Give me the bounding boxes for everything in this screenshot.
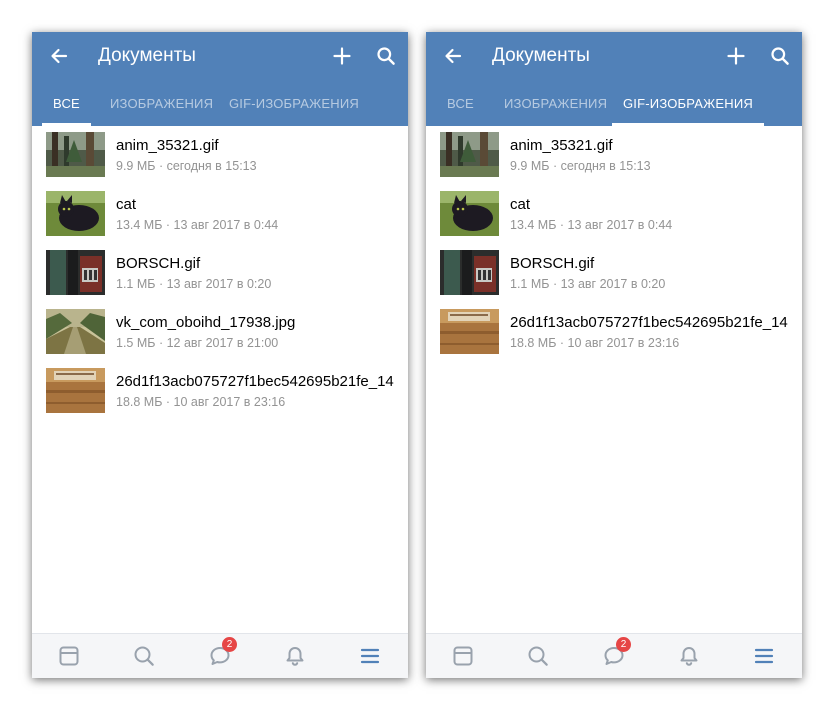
document-name: BORSCH.gif	[116, 255, 201, 272]
newsfeed-icon	[453, 646, 473, 666]
document-name: BORSCH.gif	[510, 255, 595, 272]
arrow-back-icon	[51, 48, 68, 64]
document-meta: 9.9 МБ · сегодня в 15:13	[116, 159, 257, 173]
document-meta: 1.1 МБ · 13 авг 2017 в 0:20	[510, 277, 666, 291]
tab-gif-images[interactable]: GIF-ИЗОБРАЖЕНИЯ	[612, 80, 764, 126]
document-meta: 1.1 МБ · 13 авг 2017 в 0:20	[116, 277, 272, 291]
plus-icon	[333, 47, 351, 65]
app-header: Документы ВСЕ ИЗОБРАЖЕНИЯ GIF-ИЗОБРАЖЕНИ…	[426, 32, 802, 126]
nav-menu[interactable]	[751, 643, 777, 669]
document-meta: 18.8 МБ · 10 авг 2017 в 23:16	[116, 395, 286, 409]
add-document-button[interactable]	[329, 43, 355, 69]
document-item[interactable]: cat 13.4 МБ · 13 авг 2017 в 0:44	[426, 185, 802, 244]
cat-thumbnail	[46, 191, 105, 236]
document-name: anim_35321.gif	[116, 137, 219, 154]
document-item[interactable]: BORSCH.gif 1.1 МБ · 13 авг 2017 в 0:20	[426, 244, 802, 303]
document-item[interactable]: anim_35321.gif 9.9 МБ · сегодня в 15:13	[32, 126, 408, 185]
search-button[interactable]	[373, 43, 399, 69]
tab-all[interactable]: ВСЕ	[42, 80, 91, 126]
tab-images[interactable]: ИЗОБРАЖЕНИЯ	[493, 80, 618, 126]
document-meta: 13.4 МБ · 13 авг 2017 в 0:44	[116, 218, 279, 232]
box-thumbnail	[440, 309, 499, 354]
valley-road-thumbnail	[46, 309, 105, 354]
document-meta: 13.4 МБ · 13 авг 2017 в 0:44	[510, 218, 673, 232]
back-button[interactable]	[440, 43, 466, 69]
phone-screen-all-documents: Документы ВСЕ ИЗОБРАЖЕНИЯ GIF-ИЗОБРАЖЕНИ…	[32, 32, 408, 678]
messages-badge: 2	[222, 637, 237, 652]
document-name: vk_com_oboihd_17938.jpg	[116, 314, 296, 331]
box-thumbnail	[46, 368, 105, 413]
tab-all[interactable]: ВСЕ	[436, 80, 485, 126]
search-icon	[134, 646, 154, 666]
plus-icon	[727, 47, 745, 65]
tab-images[interactable]: ИЗОБРАЖЕНИЯ	[99, 80, 224, 126]
search-icon	[771, 47, 789, 65]
nav-notifications[interactable]	[282, 643, 308, 669]
search-button[interactable]	[767, 43, 793, 69]
top-bar: Документы	[32, 32, 408, 80]
nav-news[interactable]	[450, 643, 476, 669]
tab-bar: ВСЕ ИЗОБРАЖЕНИЯ GIF-ИЗОБРАЖЕНИЯ	[426, 80, 802, 126]
document-name: anim_35321.gif	[510, 137, 613, 154]
search-icon	[377, 47, 395, 65]
search-icon	[528, 646, 548, 666]
room-thumbnail	[440, 250, 499, 295]
document-name: cat	[510, 196, 531, 213]
nav-notifications[interactable]	[676, 643, 702, 669]
notifications-bell-icon	[286, 647, 304, 666]
back-button[interactable]	[46, 43, 72, 69]
menu-icon	[360, 648, 380, 664]
add-document-button[interactable]	[723, 43, 749, 69]
document-name: 26d1f13acb075727f1bec542695b21fe_14	[116, 373, 394, 390]
document-name: 26d1f13acb075727f1bec542695b21fe_14	[510, 314, 788, 331]
document-item[interactable]: cat 13.4 МБ · 13 авг 2017 в 0:44	[32, 185, 408, 244]
document-meta: 1.5 МБ · 12 авг 2017 в 21:00	[116, 336, 279, 350]
document-item[interactable]: anim_35321.gif 9.9 МБ · сегодня в 15:13	[426, 126, 802, 185]
cat-thumbnail	[440, 191, 499, 236]
nav-news[interactable]	[56, 643, 82, 669]
document-item[interactable]: vk_com_oboihd_17938.jpg 1.5 МБ · 12 авг …	[32, 303, 408, 362]
top-bar: Документы	[426, 32, 802, 80]
documents-list: anim_35321.gif 9.9 МБ · сегодня в 15:13 …	[426, 126, 802, 362]
forest-thumbnail	[46, 132, 105, 177]
forest-thumbnail	[440, 132, 499, 177]
tab-gif-images[interactable]: GIF-ИЗОБРАЖЕНИЯ	[218, 80, 370, 126]
menu-icon	[754, 648, 774, 664]
room-thumbnail	[46, 250, 105, 295]
documents-list: anim_35321.gif 9.9 МБ · сегодня в 15:13 …	[32, 126, 408, 421]
bottom-navigation: 2	[32, 633, 408, 678]
app-header: Документы ВСЕ ИЗОБРАЖЕНИЯ GIF-ИЗОБРАЖЕНИ…	[32, 32, 408, 126]
tab-bar: ВСЕ ИЗОБРАЖЕНИЯ GIF-ИЗОБРАЖЕНИЯ	[32, 80, 408, 126]
document-item[interactable]: BORSCH.gif 1.1 МБ · 13 авг 2017 в 0:20	[32, 244, 408, 303]
arrow-back-icon	[445, 48, 462, 64]
document-name: cat	[116, 196, 137, 213]
page-title: Документы	[98, 45, 196, 66]
notifications-bell-icon	[680, 647, 698, 666]
newsfeed-icon	[59, 646, 79, 666]
messages-badge: 2	[616, 637, 631, 652]
document-item[interactable]: 26d1f13acb075727f1bec542695b21fe_14 18.8…	[32, 362, 408, 421]
document-meta: 18.8 МБ · 10 авг 2017 в 23:16	[510, 336, 680, 350]
document-item[interactable]: 26d1f13acb075727f1bec542695b21fe_14 18.8…	[426, 303, 802, 362]
nav-search[interactable]	[525, 643, 551, 669]
nav-search[interactable]	[131, 643, 157, 669]
bottom-navigation: 2	[426, 633, 802, 678]
nav-messages[interactable]: 2	[601, 637, 631, 669]
page-title: Документы	[492, 45, 590, 66]
nav-messages[interactable]: 2	[207, 637, 237, 669]
nav-menu[interactable]	[357, 643, 383, 669]
document-meta: 9.9 МБ · сегодня в 15:13	[510, 159, 651, 173]
phone-screen-gif-documents: Документы ВСЕ ИЗОБРАЖЕНИЯ GIF-ИЗОБРАЖЕНИ…	[426, 32, 802, 678]
